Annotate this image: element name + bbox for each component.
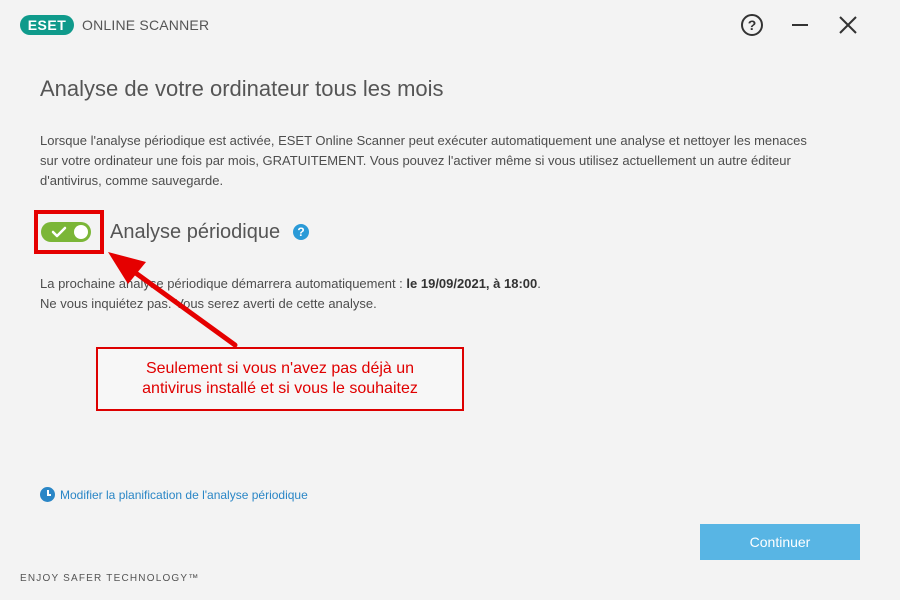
description: Lorsque l'analyse périodique est activée… (40, 131, 860, 191)
toggle-label: Analyse périodique (110, 221, 281, 243)
description-line: d'antivirus, comme sauvegarde. (40, 173, 224, 188)
notice-line: Ne vous inquiétez pas. Vous serez averti… (40, 296, 377, 311)
description-line: Lorsque l'analyse périodique est activée… (40, 133, 807, 148)
description-line: sur votre ordinateur une fois par mois, … (40, 153, 791, 168)
close-icon (839, 16, 857, 34)
callout-line: antivirus installé et si vous le souhait… (142, 380, 418, 397)
help-icon[interactable]: ? (293, 224, 309, 240)
clock-icon (40, 487, 55, 502)
page-title: Analyse de votre ordinateur tous les moi… (40, 76, 444, 101)
close-button[interactable] (835, 12, 861, 38)
continue-button[interactable]: Continuer (700, 524, 860, 560)
modify-schedule-link[interactable]: Modifier la planification de l'analyse p… (40, 487, 308, 502)
app-name: ONLINE SCANNER (82, 17, 210, 33)
modify-schedule-label: Modifier la planification de l'analyse p… (60, 488, 308, 502)
footer-tagline: ENJOY SAFER TECHNOLOGY™ (20, 573, 200, 584)
next-scan-date: le 19/09/2021, à 18:00 (406, 276, 538, 291)
help-button[interactable]: ? (739, 12, 765, 38)
next-scan-prefix: La prochaine analyse périodique démarrer… (40, 276, 407, 291)
eset-window: ESET ONLINE SCANNER ? Analyse de votre o… (0, 0, 900, 600)
title-bar: ESET ONLINE SCANNER ? (0, 0, 900, 50)
annotation-callout: Seulement si vous n'avez pas déjà un ant… (96, 347, 464, 411)
logo-text: ESET (27, 17, 67, 33)
next-scan-line: La prochaine analyse périodique démarrer… (40, 274, 541, 294)
next-scan-suffix: . (537, 276, 541, 291)
minimize-icon (792, 24, 808, 26)
annotation-highlight-box (34, 210, 104, 254)
minimize-button[interactable] (787, 12, 813, 38)
eset-logo: ESET (20, 15, 74, 35)
question-circle-icon: ? (741, 14, 763, 36)
callout-line: Seulement si vous n'avez pas déjà un (145, 360, 415, 377)
next-scan-info: La prochaine analyse périodique démarrer… (40, 274, 541, 314)
